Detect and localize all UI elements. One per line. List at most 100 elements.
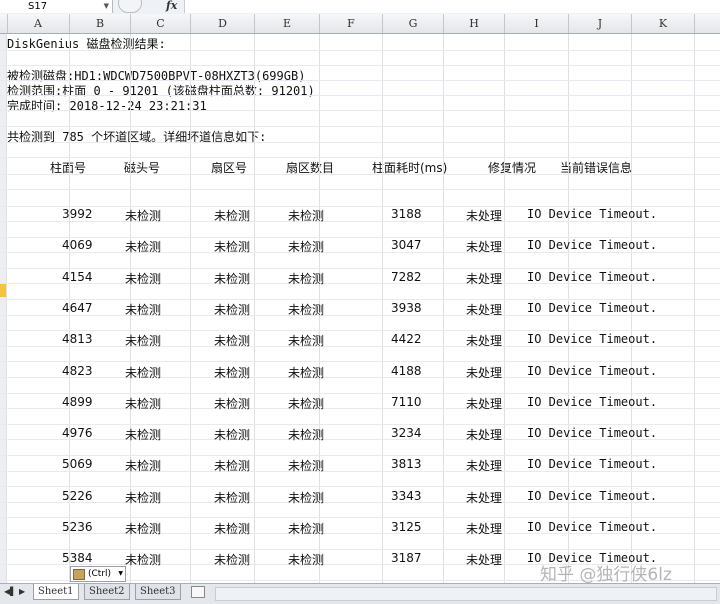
cell-cylinder[interactable]: 4976 bbox=[62, 426, 93, 440]
cell-sector-count[interactable]: 未检测 bbox=[288, 520, 324, 537]
cell-head[interactable]: 未检测 bbox=[125, 332, 161, 349]
cell-sector[interactable]: 未检测 bbox=[214, 238, 250, 255]
column-header-b[interactable]: B bbox=[70, 14, 131, 33]
cell-sector-count[interactable]: 未检测 bbox=[288, 457, 324, 474]
cell-sector-count[interactable]: 未检测 bbox=[288, 551, 324, 568]
cell-error[interactable]: IO Device Timeout. bbox=[527, 207, 657, 221]
cell-time[interactable]: 4422 bbox=[391, 332, 422, 346]
cell-sector-count[interactable]: 未检测 bbox=[288, 364, 324, 381]
cell-head[interactable]: 未检测 bbox=[125, 551, 161, 568]
cell-sector-count[interactable]: 未检测 bbox=[288, 270, 324, 287]
first-sheet-icon[interactable]: ◀▌ bbox=[4, 587, 16, 596]
cell-sector[interactable]: 未检测 bbox=[214, 207, 250, 224]
cell-error[interactable]: IO Device Timeout. bbox=[527, 301, 657, 315]
cell-head[interactable]: 未检测 bbox=[125, 457, 161, 474]
column-header-g[interactable]: G bbox=[383, 14, 444, 33]
cell-cylinder[interactable]: 4647 bbox=[62, 301, 93, 315]
cell-sector[interactable]: 未检测 bbox=[214, 332, 250, 349]
cell-head[interactable]: 未检测 bbox=[125, 489, 161, 506]
cell-sector[interactable]: 未检测 bbox=[214, 551, 250, 568]
cell-repair[interactable]: 未处理 bbox=[466, 457, 502, 474]
cell-repair[interactable]: 未处理 bbox=[466, 364, 502, 381]
cell-head[interactable]: 未检测 bbox=[125, 207, 161, 224]
cell-error[interactable]: IO Device Timeout. bbox=[527, 238, 657, 252]
column-header-d[interactable]: D bbox=[191, 14, 255, 33]
cell-time[interactable]: 3938 bbox=[391, 301, 422, 315]
chevron-down-icon[interactable]: ▼ bbox=[104, 0, 109, 13]
paste-options-button[interactable]: (Ctrl) ▼ bbox=[70, 566, 126, 582]
cell-repair[interactable]: 未处理 bbox=[466, 332, 502, 349]
cell-time[interactable]: 3125 bbox=[391, 520, 422, 534]
cell-head[interactable]: 未检测 bbox=[125, 395, 161, 412]
column-header-h[interactable]: H bbox=[444, 14, 505, 33]
column-header-f[interactable]: F bbox=[320, 14, 383, 33]
column-header-k[interactable]: K bbox=[632, 14, 695, 33]
cell-repair[interactable]: 未处理 bbox=[466, 426, 502, 443]
cell-time[interactable]: 4188 bbox=[391, 364, 422, 378]
cell-sector-count[interactable]: 未检测 bbox=[288, 489, 324, 506]
cell-sector[interactable]: 未检测 bbox=[214, 426, 250, 443]
cell-time[interactable]: 7282 bbox=[391, 270, 422, 284]
cell-sector-count[interactable]: 未检测 bbox=[288, 301, 324, 318]
name-box[interactable]: S17 ▼ bbox=[0, 0, 113, 13]
cell-time[interactable]: 3813 bbox=[391, 457, 422, 471]
cell-error[interactable]: IO Device Timeout. bbox=[527, 457, 657, 471]
cell-sector[interactable]: 未检测 bbox=[214, 457, 250, 474]
cell-error[interactable]: IO Device Timeout. bbox=[527, 395, 657, 409]
cell-cylinder[interactable]: 4154 bbox=[62, 270, 93, 284]
cell-cylinder[interactable]: 5226 bbox=[62, 489, 93, 503]
cell-head[interactable]: 未检测 bbox=[125, 301, 161, 318]
cell-repair[interactable]: 未处理 bbox=[466, 551, 502, 568]
cell-sector[interactable]: 未检测 bbox=[214, 489, 250, 506]
worksheet-grid[interactable]: DiskGenius 磁盘检测结果: 被检测磁盘:HD1:WDCWD7500BP… bbox=[0, 34, 720, 583]
cell-sector[interactable]: 未检测 bbox=[214, 270, 250, 287]
column-header-j[interactable]: J bbox=[569, 14, 632, 33]
sheet-tab-2[interactable]: Sheet2 bbox=[84, 584, 130, 600]
cell-repair[interactable]: 未处理 bbox=[466, 270, 502, 287]
cell-cylinder[interactable]: 4823 bbox=[62, 364, 93, 378]
cell-repair[interactable]: 未处理 bbox=[466, 207, 502, 224]
cell-cylinder[interactable]: 5069 bbox=[62, 457, 93, 471]
cell-head[interactable]: 未检测 bbox=[125, 238, 161, 255]
cell-repair[interactable]: 未处理 bbox=[466, 395, 502, 412]
cell-cylinder[interactable]: 4069 bbox=[62, 238, 93, 252]
cell-time[interactable]: 3188 bbox=[391, 207, 422, 221]
cell-sector[interactable]: 未检测 bbox=[214, 301, 250, 318]
column-header-a[interactable]: A bbox=[7, 14, 70, 33]
cell-repair[interactable]: 未处理 bbox=[466, 301, 502, 318]
insert-function-icon[interactable]: fx bbox=[166, 0, 177, 12]
cell-head[interactable]: 未检测 bbox=[125, 520, 161, 537]
sheet-tab-1[interactable]: Sheet1 bbox=[33, 584, 79, 600]
cell-sector-count[interactable]: 未检测 bbox=[288, 426, 324, 443]
cell-head[interactable]: 未检测 bbox=[125, 364, 161, 381]
cell-repair[interactable]: 未处理 bbox=[466, 489, 502, 506]
cell-sector[interactable]: 未检测 bbox=[214, 395, 250, 412]
column-header-c[interactable]: C bbox=[131, 14, 191, 33]
cell-sector[interactable]: 未检测 bbox=[214, 364, 250, 381]
cell-sector[interactable]: 未检测 bbox=[214, 520, 250, 537]
cell-time[interactable]: 7110 bbox=[391, 395, 422, 409]
cell-time[interactable]: 3234 bbox=[391, 426, 422, 440]
cell-error[interactable]: IO Device Timeout. bbox=[527, 426, 657, 440]
cell-cylinder[interactable]: 4813 bbox=[62, 332, 93, 346]
cell-cylinder[interactable]: 5236 bbox=[62, 520, 93, 534]
cell-repair[interactable]: 未处理 bbox=[466, 238, 502, 255]
cell-time[interactable]: 3047 bbox=[391, 238, 422, 252]
cell-head[interactable]: 未检测 bbox=[125, 426, 161, 443]
next-sheet-icon[interactable]: ▶ bbox=[19, 587, 25, 596]
cell-error[interactable]: IO Device Timeout. bbox=[527, 489, 657, 503]
cell-sector-count[interactable]: 未检测 bbox=[288, 207, 324, 224]
formula-cancel-enter-button[interactable] bbox=[118, 0, 142, 13]
horizontal-scrollbar[interactable] bbox=[215, 587, 717, 601]
cell-time[interactable]: 3343 bbox=[391, 489, 422, 503]
insert-sheet-icon[interactable] bbox=[191, 586, 205, 598]
cell-error[interactable]: IO Device Timeout. bbox=[527, 520, 657, 534]
cell-head[interactable]: 未检测 bbox=[125, 270, 161, 287]
cell-sector-count[interactable]: 未检测 bbox=[288, 395, 324, 412]
cell-error[interactable]: IO Device Timeout. bbox=[527, 270, 657, 284]
cell-repair[interactable]: 未处理 bbox=[466, 520, 502, 537]
cell-error[interactable]: IO Device Timeout. bbox=[527, 364, 657, 378]
cell-time[interactable]: 3187 bbox=[391, 551, 422, 565]
cell-cylinder[interactable]: 5384 bbox=[62, 551, 93, 565]
cell-cylinder[interactable]: 3992 bbox=[62, 207, 93, 221]
